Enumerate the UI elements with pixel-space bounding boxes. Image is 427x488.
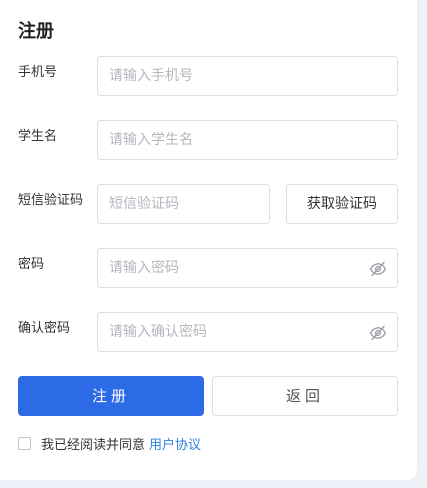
password-input[interactable] <box>109 249 359 287</box>
back-button[interactable]: 返回 <box>212 376 398 416</box>
user-agreement-link[interactable]: 用户协议 <box>149 434 201 453</box>
sms-code-field <box>97 184 270 224</box>
register-button[interactable]: 注册 <box>18 376 204 416</box>
password-label: 密码 <box>18 257 45 272</box>
agree-text: 我已经阅读并同意 <box>41 437 146 453</box>
sms-code-input[interactable] <box>109 185 261 223</box>
page-title: 注册 <box>18 21 54 42</box>
student-name-field <box>97 120 398 160</box>
student-name-input[interactable] <box>109 121 389 159</box>
sms-code-label: 短信验证码 <box>18 193 84 208</box>
password-field <box>97 248 398 288</box>
phone-label: 手机号 <box>18 65 58 80</box>
confirm-password-input[interactable] <box>109 313 359 351</box>
get-code-button[interactable]: 获取验证码 <box>286 184 398 224</box>
phone-input[interactable] <box>109 57 389 95</box>
student-name-label: 学生名 <box>18 129 58 144</box>
confirm-password-label: 确认密码 <box>18 321 71 336</box>
eye-hidden-icon[interactable] <box>369 260 387 278</box>
phone-field <box>97 56 398 96</box>
register-card: 注册 手机号 学生名 短信验证码 获取验证码 密码 确认密码 注册 返回 <box>0 0 417 480</box>
agreement-row: 我已经阅读并同意 用户协议 <box>18 434 201 453</box>
confirm-password-field <box>97 312 398 352</box>
agree-checkbox[interactable] <box>18 436 31 450</box>
eye-hidden-icon[interactable] <box>369 324 387 342</box>
